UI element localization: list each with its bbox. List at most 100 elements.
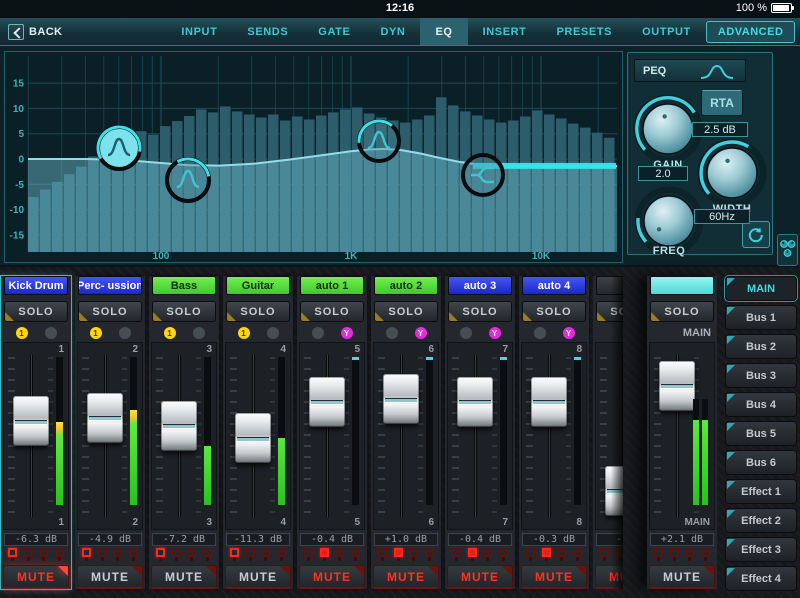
solo-corner [651, 312, 660, 321]
knobs-icon [780, 240, 796, 257]
source-indicator [533, 327, 546, 339]
tab-presets[interactable]: PRESETS [542, 18, 628, 45]
mute-corner [502, 566, 512, 576]
fader-handle[interactable] [531, 376, 567, 427]
fader-handle[interactable] [457, 376, 493, 427]
bus-button-bus-3[interactable]: Bus 3 [725, 363, 797, 388]
freq-knob[interactable] [641, 193, 697, 249]
fader-handle[interactable] [605, 465, 623, 516]
mute-button[interactable]: MUTE [3, 565, 69, 589]
tab-eq[interactable]: EQ [420, 18, 468, 45]
send-indicators [149, 548, 219, 563]
bus-button-bus-2[interactable]: Bus 2 [725, 334, 797, 359]
tab-input[interactable]: INPUT [166, 18, 232, 45]
send-indicator [187, 548, 197, 561]
eq-node-bell[interactable] [357, 119, 401, 163]
mute-button[interactable]: MUTE [151, 565, 217, 589]
channel-name-label[interactable]: auto 2 [374, 276, 438, 295]
fader-handle[interactable] [309, 376, 345, 427]
meter-bar [702, 399, 708, 505]
bus-button-effect-1[interactable]: Effect 1 [725, 479, 797, 504]
tab-output[interactable]: OUTPUT [627, 18, 706, 45]
channel-name-label[interactable]: auto 3 [448, 276, 512, 295]
solo-corner [227, 312, 236, 321]
solo-button[interactable]: SOLO [596, 301, 623, 322]
eq-node-bell[interactable] [96, 125, 142, 171]
bus-button-effect-3[interactable]: Effect 3 [725, 537, 797, 562]
eq-type-dropdown[interactable]: PEQ [634, 59, 746, 82]
eq-reset-button[interactable] [742, 221, 770, 248]
mixer-section: Kick Drum SOLO 1 1 1 -6.3 dB MUTE Perc- ussion S… [0, 267, 800, 598]
tab-dyn[interactable]: DYN [365, 18, 420, 45]
back-button[interactable]: BACK [8, 23, 62, 40]
solo-button[interactable]: SOLO [650, 301, 714, 322]
tab-sends[interactable]: SENDS [232, 18, 303, 45]
knobs-panel-button[interactable] [777, 234, 798, 266]
bus-button-bus-5[interactable]: Bus 5 [725, 421, 797, 446]
send-indicator [409, 548, 419, 561]
send-indicator [245, 548, 255, 561]
solo-button[interactable]: SOLO [4, 301, 68, 322]
channel-name-label[interactable] [650, 276, 714, 295]
solo-label: SOLO [664, 305, 700, 318]
channel-name-label[interactable]: Guitar [226, 276, 290, 295]
solo-button[interactable]: SOLO [374, 301, 438, 322]
advanced-button[interactable]: ADVANCED [705, 20, 796, 43]
channel-name-label[interactable]: auto 1 [300, 276, 364, 295]
mute-button[interactable]: MUTE [521, 565, 587, 589]
tab-gate[interactable]: GATE [303, 18, 365, 45]
fader-panel: 11 [3, 342, 69, 530]
solo-button[interactable]: SOLO [448, 301, 512, 322]
channel-name-label[interactable]: Kick Drum [4, 276, 68, 295]
solo-button[interactable]: SOLO [300, 301, 364, 322]
channel-name-label[interactable]: Bass [152, 276, 216, 295]
channel-name-label[interactable]: auto 4 [522, 276, 586, 295]
send-indicator [393, 548, 403, 561]
source-indicator [192, 327, 205, 339]
bus-button-effect-4[interactable]: Effect 4 [725, 566, 797, 591]
mute-button[interactable]: MUTE [595, 565, 623, 589]
svg-text:-5: -5 [15, 180, 24, 191]
fader-handle[interactable] [13, 396, 49, 447]
bus-corner-icon [727, 394, 735, 402]
solo-button[interactable]: SOLO [226, 301, 290, 322]
channel-name-label[interactable] [596, 276, 623, 295]
solo-button[interactable]: SOLO [78, 301, 142, 322]
fader-handle[interactable] [235, 413, 271, 464]
mute-button[interactable]: MUTE [225, 565, 291, 589]
fader-handle[interactable] [383, 374, 419, 425]
solo-label: SOLO [314, 305, 350, 318]
bus-button-bus-6[interactable]: Bus 6 [725, 450, 797, 475]
eq-node-bell[interactable] [165, 157, 211, 203]
mute-button[interactable]: MUTE [447, 565, 513, 589]
fader-panel: 66 [373, 342, 439, 530]
source-indicator [44, 327, 57, 339]
solo-button[interactable]: SOLO [522, 301, 586, 322]
level-meter [130, 357, 137, 505]
width-knob[interactable] [704, 145, 760, 201]
gain-knob[interactable] [640, 101, 696, 157]
eq-graph[interactable]: 15 10 5 0 -5 -10 -15 100 1K 10K [4, 51, 623, 263]
fader-handle[interactable] [87, 392, 123, 443]
send-indicators [223, 548, 293, 563]
fader-handle[interactable] [161, 400, 197, 451]
mute-button[interactable]: MUTE [299, 565, 365, 589]
bus-button-bus-1[interactable]: Bus 1 [725, 305, 797, 330]
mute-button[interactable]: MUTE [649, 565, 715, 589]
tab-insert[interactable]: INSERT [468, 18, 542, 45]
solo-button[interactable]: SOLO [152, 301, 216, 322]
bus-button-effect-2[interactable]: Effect 2 [725, 508, 797, 533]
battery-percent: 100 % [735, 2, 767, 14]
mute-button[interactable]: MUTE [373, 565, 439, 589]
channel-name-label[interactable]: Perc- ussion [78, 276, 142, 295]
source-indicator [118, 327, 131, 339]
mute-label: MUTE [17, 569, 55, 584]
eq-node-shelf[interactable] [461, 153, 505, 197]
rta-button[interactable]: RTA [701, 90, 743, 116]
bus-button-bus-4[interactable]: Bus 4 [725, 392, 797, 417]
mute-button[interactable]: MUTE [77, 565, 143, 589]
status-bar: 12:16 100 % [0, 0, 800, 18]
bus-button-main[interactable]: MAIN [725, 276, 797, 301]
fader-handle[interactable] [659, 360, 695, 411]
main-level-meter [693, 399, 709, 505]
